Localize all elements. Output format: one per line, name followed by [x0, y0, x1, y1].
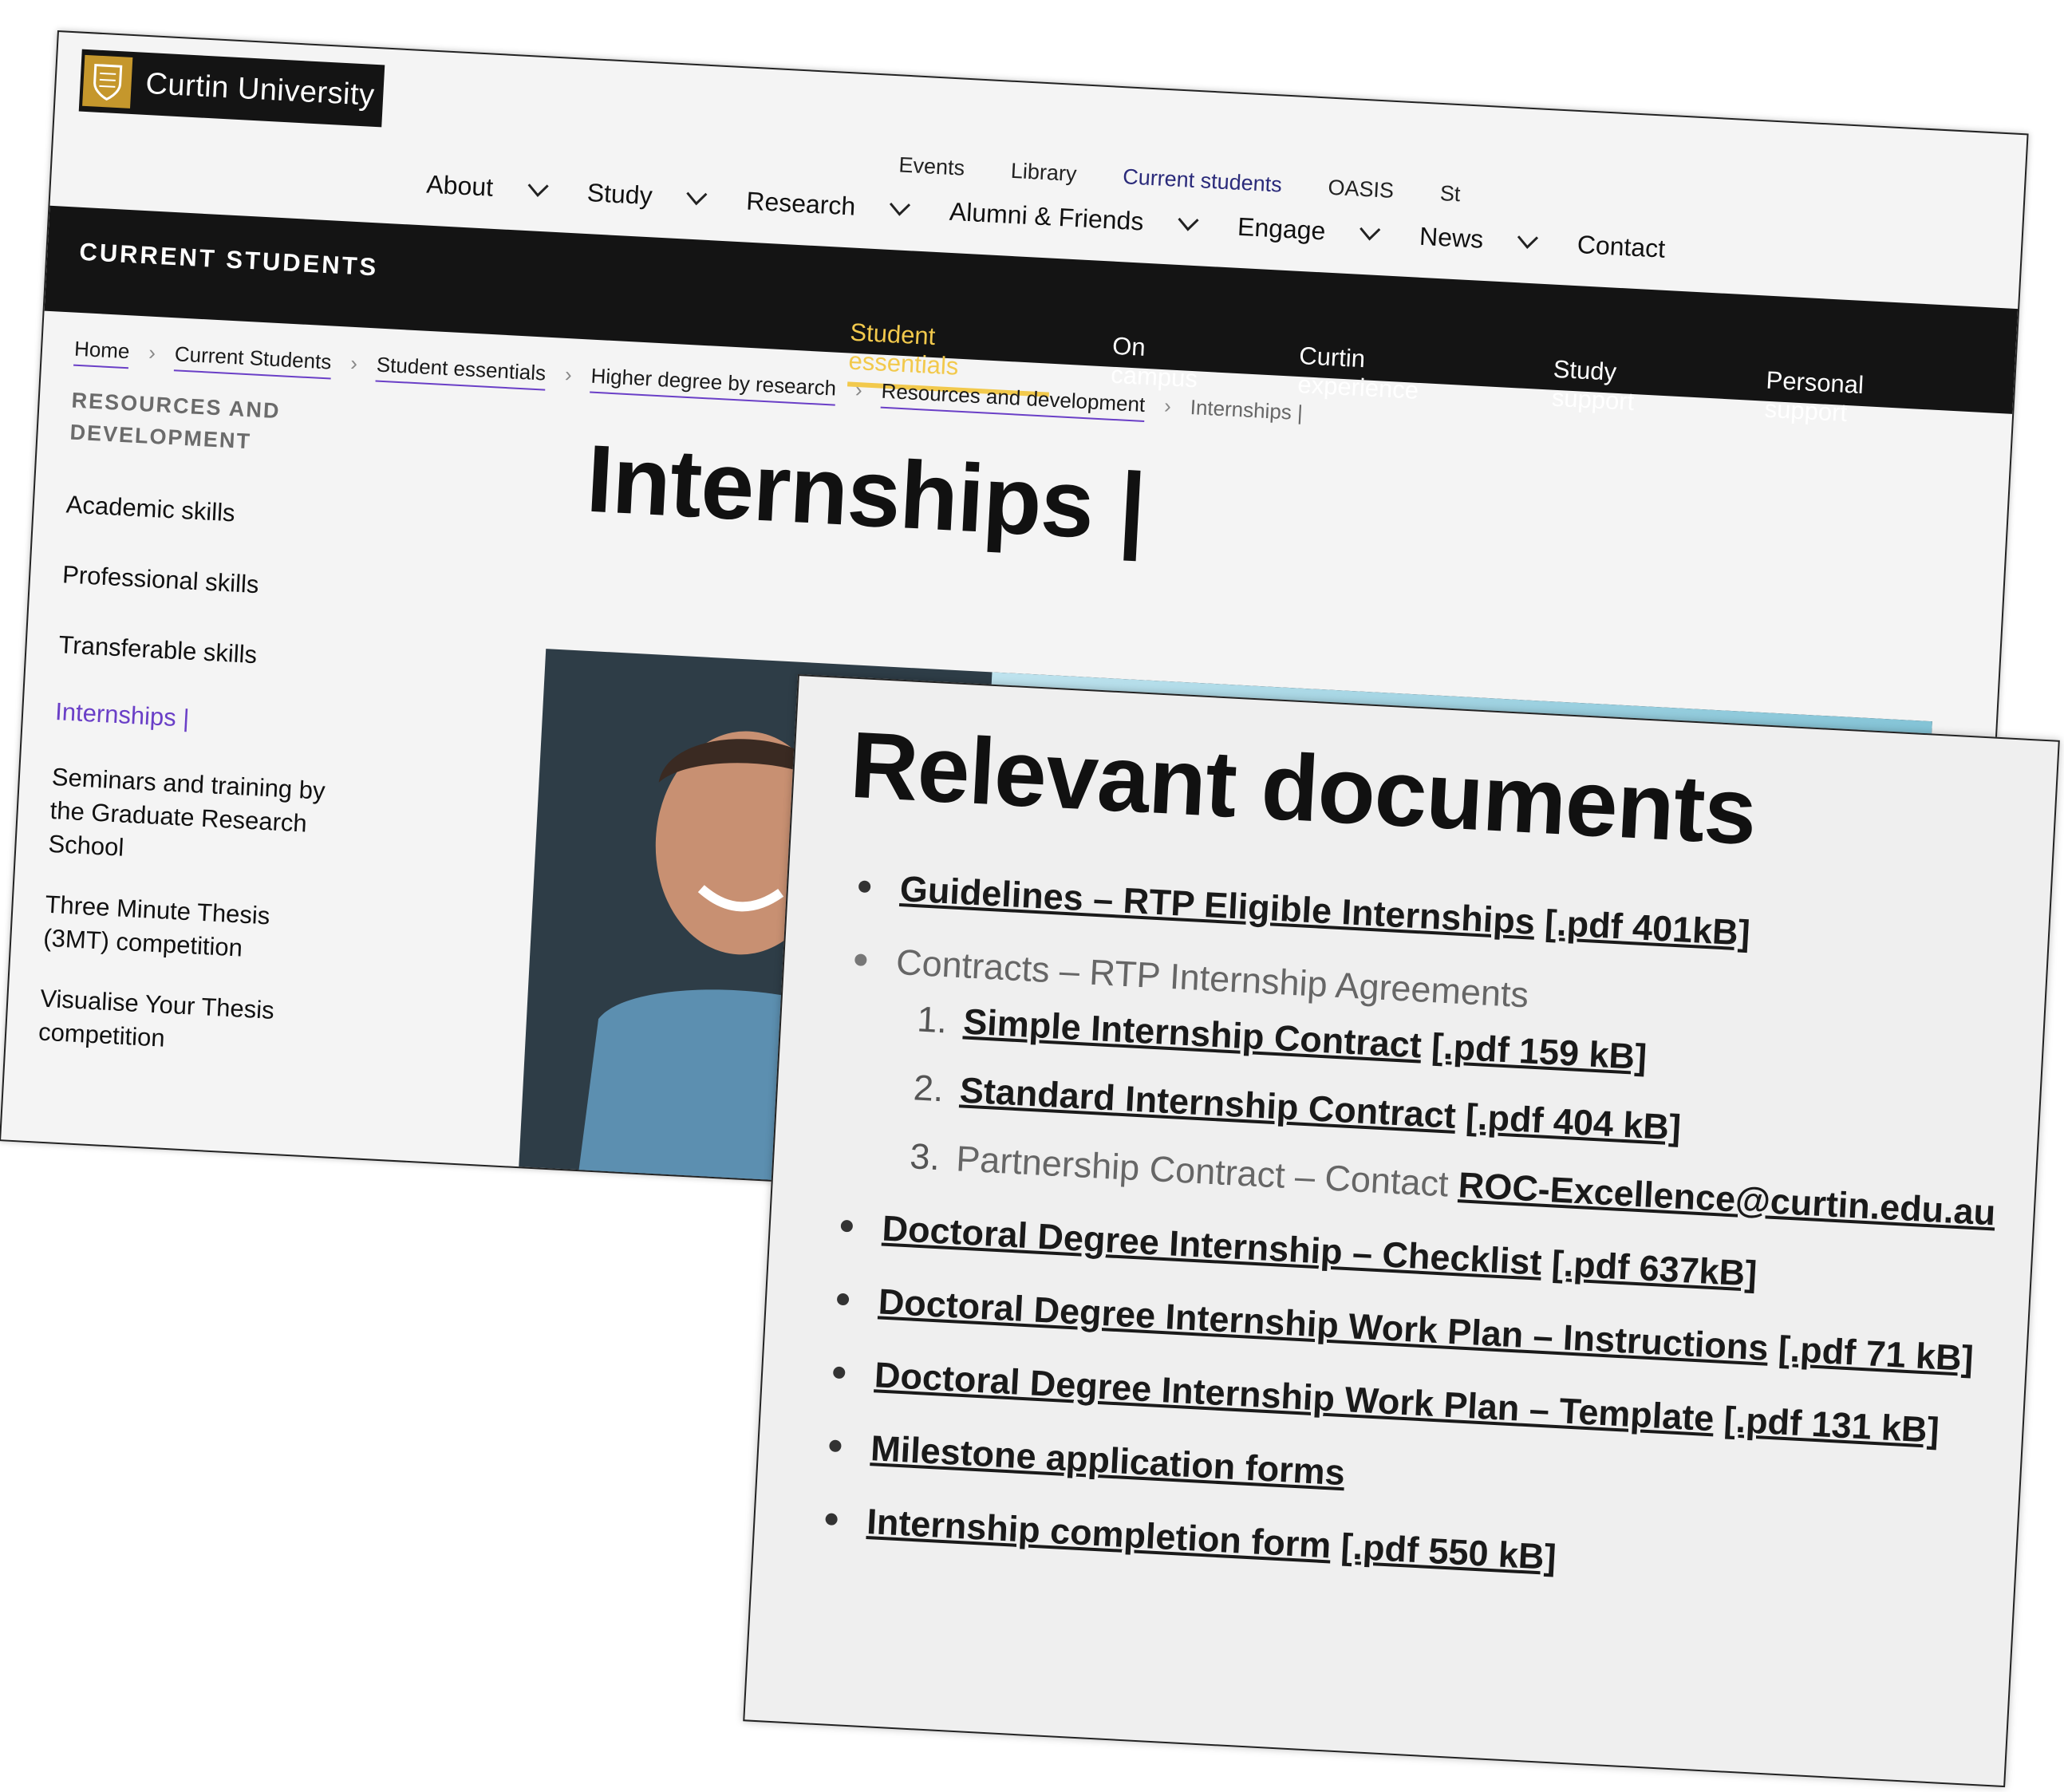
nav-news-label: News — [1419, 221, 1485, 254]
sidebar-item-academic-skills[interactable]: Academic skills — [65, 487, 354, 536]
documents-title: Relevant documents — [847, 712, 1759, 865]
section-bar: CURRENT STUDENTS Student essentials On c… — [44, 205, 2019, 427]
workplan-template-size[interactable]: [.pdf 131 kB] — [1723, 1399, 1940, 1451]
chevron-down-icon — [1517, 235, 1539, 249]
breadcrumb-current: Internships | — [1190, 394, 1304, 425]
brand-logo[interactable]: Curtin University — [78, 49, 385, 128]
subnav-curtin-experience[interactable]: Curtin experience — [1296, 341, 1494, 420]
bullet-icon — [836, 1293, 850, 1306]
breadcrumb-separator: › — [854, 377, 863, 402]
nav-engage-label: Engage — [1237, 211, 1327, 246]
standard-contract-size[interactable]: [.pdf 404 kB] — [1465, 1096, 1682, 1148]
guidelines-size[interactable]: [.pdf 401kB] — [1544, 902, 1751, 953]
utility-current-students[interactable]: Current students — [1122, 164, 1283, 197]
utility-oasis[interactable]: OASIS — [1328, 176, 1395, 203]
contracts-list: 1. Simple Internship Contract [.pdf 159 … — [885, 994, 2010, 1237]
breadcrumb-home[interactable]: Home — [73, 336, 131, 369]
bullet-icon — [858, 880, 871, 894]
list-number: 3. — [909, 1135, 941, 1178]
workplan-instructions-size[interactable]: [.pdf 71 kB] — [1778, 1328, 1975, 1380]
nav-about-label: About — [425, 169, 495, 202]
list-number: 1. — [916, 998, 949, 1041]
utility-events[interactable]: Events — [898, 152, 965, 180]
bullet-icon — [825, 1513, 839, 1526]
page-title: Internships | — [584, 424, 1148, 562]
sidebar: RESOURCES AND DEVELOPMENT Academic skill… — [37, 385, 359, 1064]
sidebar-item-internships[interactable]: Internships | — [54, 695, 343, 744]
simple-contract-size[interactable]: [.pdf 159 kB] — [1431, 1025, 1648, 1077]
breadcrumb-separator: › — [349, 350, 358, 376]
breadcrumb-student-essentials[interactable]: Student essentials — [375, 352, 547, 391]
sidebar-item-transferable-skills[interactable]: Transferable skills — [58, 628, 347, 677]
breadcrumb-separator: › — [148, 340, 156, 365]
subnav-personal-support[interactable]: Personal support — [1763, 366, 1953, 444]
sidebar-item-visualise-thesis[interactable]: Visualise Your Thesis competition — [37, 982, 328, 1064]
completion-form-link[interactable]: Internship completion form — [866, 1501, 1332, 1565]
bullet-icon — [854, 953, 867, 967]
guidelines-link[interactable]: Guidelines – RTP Eligible Internships — [899, 868, 1536, 942]
brand-name: Curtin University — [144, 66, 376, 112]
nav-study[interactable]: Study — [586, 178, 724, 215]
breadcrumb-separator: › — [564, 361, 573, 387]
nav-research-label: Research — [745, 186, 857, 221]
sidebar-heading: RESOURCES AND DEVELOPMENT — [69, 385, 360, 464]
chevron-down-icon — [890, 202, 911, 216]
shield-logo-icon — [82, 54, 133, 109]
chevron-down-icon — [1178, 217, 1199, 231]
breadcrumb-separator: › — [1163, 393, 1172, 418]
sidebar-item-seminars[interactable]: Seminars and training by the Graduate Re… — [48, 760, 340, 876]
chevron-down-icon — [686, 191, 708, 205]
section-name[interactable]: CURRENT STUDENTS — [79, 238, 380, 282]
sidebar-item-professional-skills[interactable]: Professional skills — [61, 558, 350, 606]
nav-contact[interactable]: Contact — [1577, 230, 1666, 264]
documents-list: Guidelines – RTP Eligible Internships [.… — [816, 862, 2016, 1629]
list-number: 2. — [912, 1067, 945, 1110]
bullet-icon — [832, 1366, 846, 1380]
nav-engage[interactable]: Engage — [1237, 212, 1396, 250]
subnav-study-support[interactable]: Study support — [1550, 355, 1706, 432]
nav-alumni-label: Alumni & Friends — [949, 196, 1145, 236]
utility-st[interactable]: St — [1439, 181, 1461, 207]
sub-nav: Student essentials On campus Curtin expe… — [847, 318, 2015, 448]
chevron-down-icon — [1360, 227, 1381, 241]
nav-news[interactable]: News — [1419, 222, 1554, 259]
partnership-contract-text: Partnership Contract – Contact — [955, 1138, 1450, 1205]
sidebar-item-3mt[interactable]: Three Minute Thesis (3MT) competition — [42, 888, 333, 970]
bullet-icon — [829, 1439, 842, 1453]
breadcrumb-current-students[interactable]: Current Students — [173, 341, 333, 380]
standard-contract-link[interactable]: Standard Internship Contract — [959, 1069, 1457, 1136]
nav-research[interactable]: Research — [745, 187, 926, 226]
completion-form-size[interactable]: [.pdf 550 kB] — [1340, 1526, 1557, 1577]
bullet-icon — [840, 1219, 854, 1233]
workplan-instructions-link[interactable]: Doctoral Degree Internship Work Plan – I… — [878, 1281, 1770, 1368]
breadcrumb-hdr[interactable]: Higher degree by research — [590, 363, 837, 406]
milestone-forms-link[interactable]: Milestone application forms — [870, 1427, 1346, 1493]
workplan-template-link[interactable]: Doctoral Degree Internship Work Plan – T… — [874, 1354, 1715, 1439]
nav-about[interactable]: About — [426, 169, 564, 206]
checklist-size[interactable]: [.pdf 637kB] — [1551, 1242, 1758, 1293]
list-item: Contracts – RTP Internship Agreements 1.… — [837, 936, 2013, 1237]
nav-contact-label: Contact — [1577, 230, 1667, 263]
simple-contract-link[interactable]: Simple Internship Contract — [962, 1001, 1423, 1065]
chevron-down-icon — [527, 183, 549, 197]
nav-alumni[interactable]: Alumni & Friends — [949, 197, 1214, 240]
utility-library[interactable]: Library — [1010, 159, 1077, 187]
documents-screenshot: Relevant documents Guidelines – RTP Elig… — [743, 674, 2060, 1788]
nav-study-label: Study — [586, 178, 653, 211]
roc-email-link[interactable]: ROC-Excellence@curtin.edu.au — [1458, 1164, 1997, 1233]
checklist-link[interactable]: Doctoral Degree Internship – Checklist — [881, 1208, 1542, 1283]
